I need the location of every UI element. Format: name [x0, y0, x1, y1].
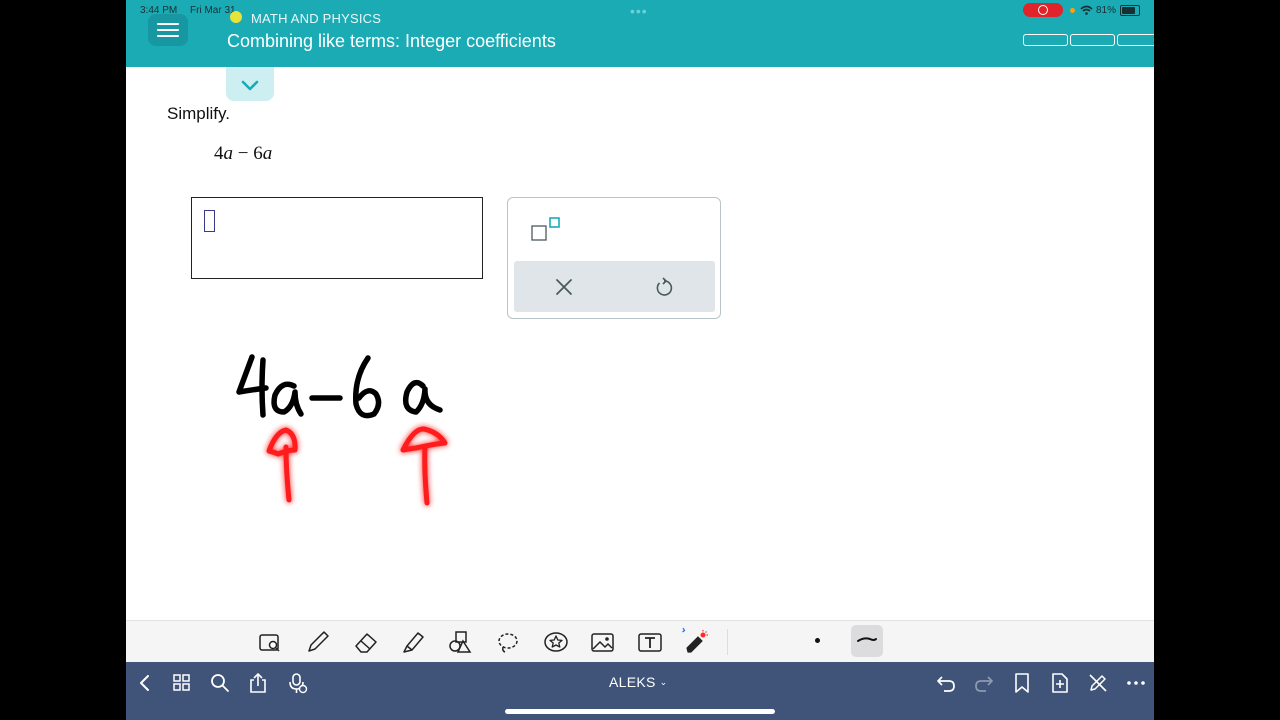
add-page-icon	[1052, 673, 1068, 693]
multitask-dots[interactable]: •••	[630, 3, 648, 19]
math-keypad	[507, 197, 721, 319]
lasso-tool[interactable]	[494, 629, 522, 655]
coefficient-2: 6	[253, 143, 263, 164]
highlighter-tool[interactable]	[399, 629, 427, 655]
laser-pointer-icon	[682, 627, 708, 653]
menu-button[interactable]	[148, 14, 188, 46]
subject-indicator-dot	[230, 11, 242, 23]
back-button[interactable]	[134, 672, 156, 694]
undo-button[interactable]	[650, 273, 678, 301]
instruction-text: Simplify.	[167, 104, 230, 123]
status-date: Fri Mar 31	[190, 5, 236, 16]
progress-segment	[1070, 34, 1115, 46]
variable-1: a	[223, 143, 234, 164]
red-arrow-annotations	[266, 426, 448, 506]
eraser-tool[interactable]	[352, 629, 380, 655]
arrow-shaft	[283, 444, 292, 503]
thumbnails-button[interactable]	[171, 672, 193, 694]
ink-stroke	[402, 379, 443, 415]
chevron-left-icon	[140, 675, 149, 691]
battery-icon	[1120, 5, 1140, 16]
header-bar: 3:44 PM Fri Mar 31 ••• MATH AND PHYSICS …	[126, 0, 1154, 67]
shapes-icon	[449, 631, 472, 653]
superscript-button[interactable]	[528, 214, 568, 248]
ink-stroke	[259, 357, 266, 418]
chevron-down-icon	[241, 80, 259, 91]
lasso-icon	[498, 633, 518, 653]
app-screen: 3:44 PM Fri Mar 31 ••• MATH AND PHYSICS …	[126, 0, 1154, 720]
minus-operator: −	[233, 143, 254, 164]
undo-icon	[937, 676, 955, 692]
variable-2: a	[262, 143, 273, 164]
shapes-tool[interactable]	[446, 629, 474, 655]
ink-stroke	[236, 354, 269, 395]
input-cursor-placeholder	[204, 210, 215, 232]
search-button[interactable]	[209, 672, 231, 694]
chevron-down-icon: ⌄	[659, 677, 668, 687]
pen-tool[interactable]	[304, 629, 332, 655]
subject-label: MATH AND PHYSICS	[251, 11, 382, 26]
arrow-head	[400, 426, 448, 453]
screen-recording-indicator[interactable]	[1023, 3, 1063, 17]
text-tool-icon	[638, 633, 662, 652]
progress-segment	[1023, 34, 1068, 46]
sticker-icon	[544, 632, 568, 652]
progress-segment	[1117, 34, 1154, 46]
stroke-style-icon	[857, 637, 877, 642]
sticker-tool[interactable]	[542, 629, 570, 655]
close-editor-button[interactable]	[1087, 672, 1109, 694]
redo-icon	[975, 676, 993, 692]
wifi-icon	[1080, 5, 1093, 15]
text-tool[interactable]	[636, 629, 664, 655]
audio-record-button[interactable]	[286, 672, 308, 694]
share-icon	[250, 673, 266, 693]
grid-icon	[173, 674, 190, 691]
ink-stroke	[353, 355, 382, 419]
image-search-icon	[259, 634, 280, 652]
laser-pointer-tool[interactable]	[682, 627, 710, 655]
bookmark-button[interactable]	[1011, 672, 1033, 694]
ink-stroke	[271, 381, 304, 417]
handwritten-expression	[236, 354, 443, 419]
image-search-tool[interactable]	[256, 629, 284, 655]
stroke-width-dot[interactable]	[815, 638, 820, 643]
pen-toolbar	[126, 620, 1154, 663]
bookmark-icon	[1015, 673, 1029, 693]
battery-percent: 81%	[1096, 5, 1117, 16]
microphone-icon	[289, 673, 308, 694]
image-tool[interactable]	[589, 629, 617, 655]
undo-button[interactable]	[935, 672, 957, 694]
image-icon	[591, 633, 614, 652]
coefficient-1: 4	[214, 143, 224, 164]
clear-button[interactable]	[550, 273, 578, 301]
arrow-shaft	[422, 444, 430, 506]
answer-input[interactable]	[191, 197, 483, 279]
more-button[interactable]	[1125, 672, 1147, 694]
arrow-head	[266, 427, 298, 457]
stroke-style-selector[interactable]	[851, 625, 883, 657]
clear-icon	[556, 279, 572, 295]
topic-title: Combining like terms: Integer coefficien…	[227, 31, 556, 51]
pen-icon	[308, 631, 329, 652]
home-indicator[interactable]	[505, 709, 775, 714]
undo-icon	[656, 277, 673, 296]
pencil-off-icon	[1089, 674, 1107, 692]
collapse-header-button[interactable]	[226, 67, 274, 101]
more-icon	[1127, 681, 1145, 685]
highlighter-icon	[403, 632, 424, 653]
share-button[interactable]	[247, 672, 269, 694]
search-icon	[211, 674, 229, 692]
app-name-label: ALEKS	[609, 674, 656, 690]
redo-button[interactable]	[973, 672, 995, 694]
toolbar-divider	[727, 629, 728, 655]
bottom-navigation-bar: ALEKS ⌄	[126, 662, 1154, 720]
eraser-icon	[355, 633, 377, 653]
mic-indicator-dot	[1070, 8, 1075, 13]
keypad-actions	[514, 261, 715, 312]
superscript-icon	[531, 217, 560, 241]
math-expression: 4a − 6a	[214, 143, 272, 165]
document-title-menu[interactable]: ALEKS ⌄	[609, 674, 667, 690]
add-page-button[interactable]	[1049, 672, 1071, 694]
